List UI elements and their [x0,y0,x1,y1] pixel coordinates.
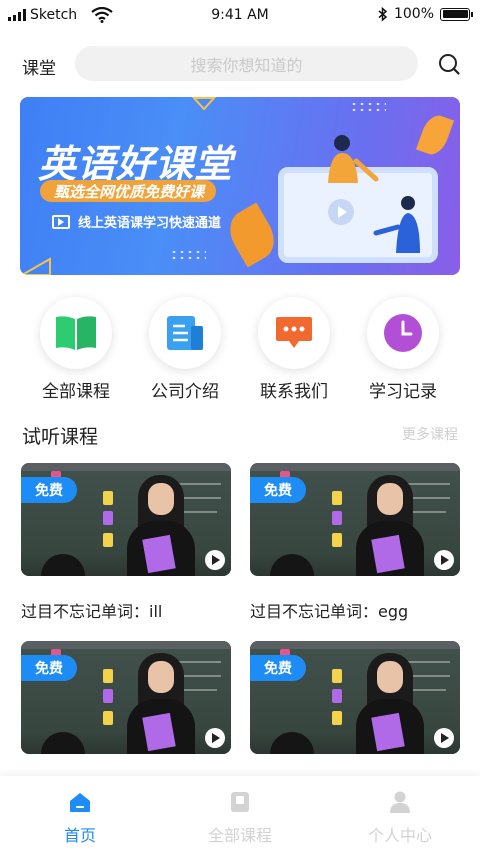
triangle-decoration [20,257,51,275]
nav-label: 学习记录 [369,382,437,402]
battery-percent: 100% [393,6,434,22]
banner-subtitle: 甄选全网优质免费好课 [40,180,217,202]
course-title: 过目不忘记单词：ill [21,602,163,621]
home-icon [70,793,90,812]
chat-icon [276,317,312,348]
course-thumbnail: 免费 [21,463,231,576]
nav-icon-circle [367,297,439,369]
leaf-decoration [415,111,455,159]
battery-icon [440,7,473,21]
tab-label: 个人中心 [367,826,432,845]
play-icon [328,199,354,225]
search-icon[interactable] [437,52,461,76]
clock-icon [384,314,422,352]
book-icon [56,316,96,350]
triangle-decoration [192,97,216,111]
nav-item-company[interactable]: 公司介绍 [130,297,240,402]
user-icon [390,791,410,813]
dots-decoration [170,249,206,261]
play-icon[interactable] [434,728,454,748]
course-title: 过目不忘记单词：egg [250,602,409,621]
nav-icon-circle [258,297,330,369]
nav-icon-circle [40,297,112,369]
search-input[interactable]: 搜索你想知道的 [75,46,418,81]
quick-nav: 全部课程 公司介绍 联系我们 学习记录 [0,297,480,407]
banner-tagline-text: 线上英语课学习快速通道 [78,216,222,231]
dots-decoration [350,101,386,113]
section-title: 试听课程 [22,426,99,448]
nav-label: 联系我们 [260,382,328,402]
nav-item-courses[interactable]: 全部课程 [21,297,131,402]
header: 课堂 搜索你想知道的 [0,44,480,84]
tab-label: 首页 [63,826,96,845]
bottom-tab-bar: 首页 全部课程 个人中心 [0,776,480,853]
nav-item-records[interactable]: 学习记录 [348,297,458,402]
nav-icon-circle [149,297,221,369]
course-thumbnail: 免费 [21,641,231,754]
course-thumbnail: 免费 [250,641,460,754]
course-thumbnail: 免费 [250,463,460,576]
leaf-decoration [221,202,283,268]
nav-label: 全部课程 [42,382,110,402]
play-icon[interactable] [205,550,225,570]
status-bar: Sketch 9:41 AM 100% [0,0,480,32]
page-title: 课堂 [22,59,56,79]
person-illustration [373,196,420,253]
free-badge: 免费 [250,655,306,681]
person-illustration [328,135,379,183]
free-badge: 免费 [21,655,77,681]
tab-all-courses[interactable]: 全部课程 [160,776,320,853]
video-icon [52,214,70,229]
nav-item-contact[interactable]: 联系我们 [239,297,349,402]
more-courses-link[interactable]: 更多课程 [402,424,458,444]
promo-banner[interactable]: 英语好课堂 甄选全网优质免费好课 线上英语课学习快速通道 [20,97,460,275]
document-icon [167,316,203,350]
free-badge: 免费 [250,477,306,503]
tab-profile[interactable]: 个人中心 [320,776,480,853]
course-card[interactable]: 免费 过目不忘记单词：egg [250,463,460,622]
play-icon[interactable] [205,728,225,748]
course-card[interactable]: 免费 [250,641,460,754]
nav-label: 公司介绍 [151,382,219,402]
course-card[interactable]: 免费 [21,641,231,754]
banner-tagline: 线上英语课学习快速通道 [52,212,221,231]
tab-label: 全部课程 [207,826,272,845]
status-right: 100% [378,6,473,22]
play-icon[interactable] [434,550,454,570]
book-icon [231,792,249,812]
free-badge: 免费 [21,477,77,503]
course-card[interactable]: 免费 过目不忘记单词：ill [21,463,231,622]
bluetooth-icon [378,6,388,22]
tab-home[interactable]: 首页 [0,776,160,853]
